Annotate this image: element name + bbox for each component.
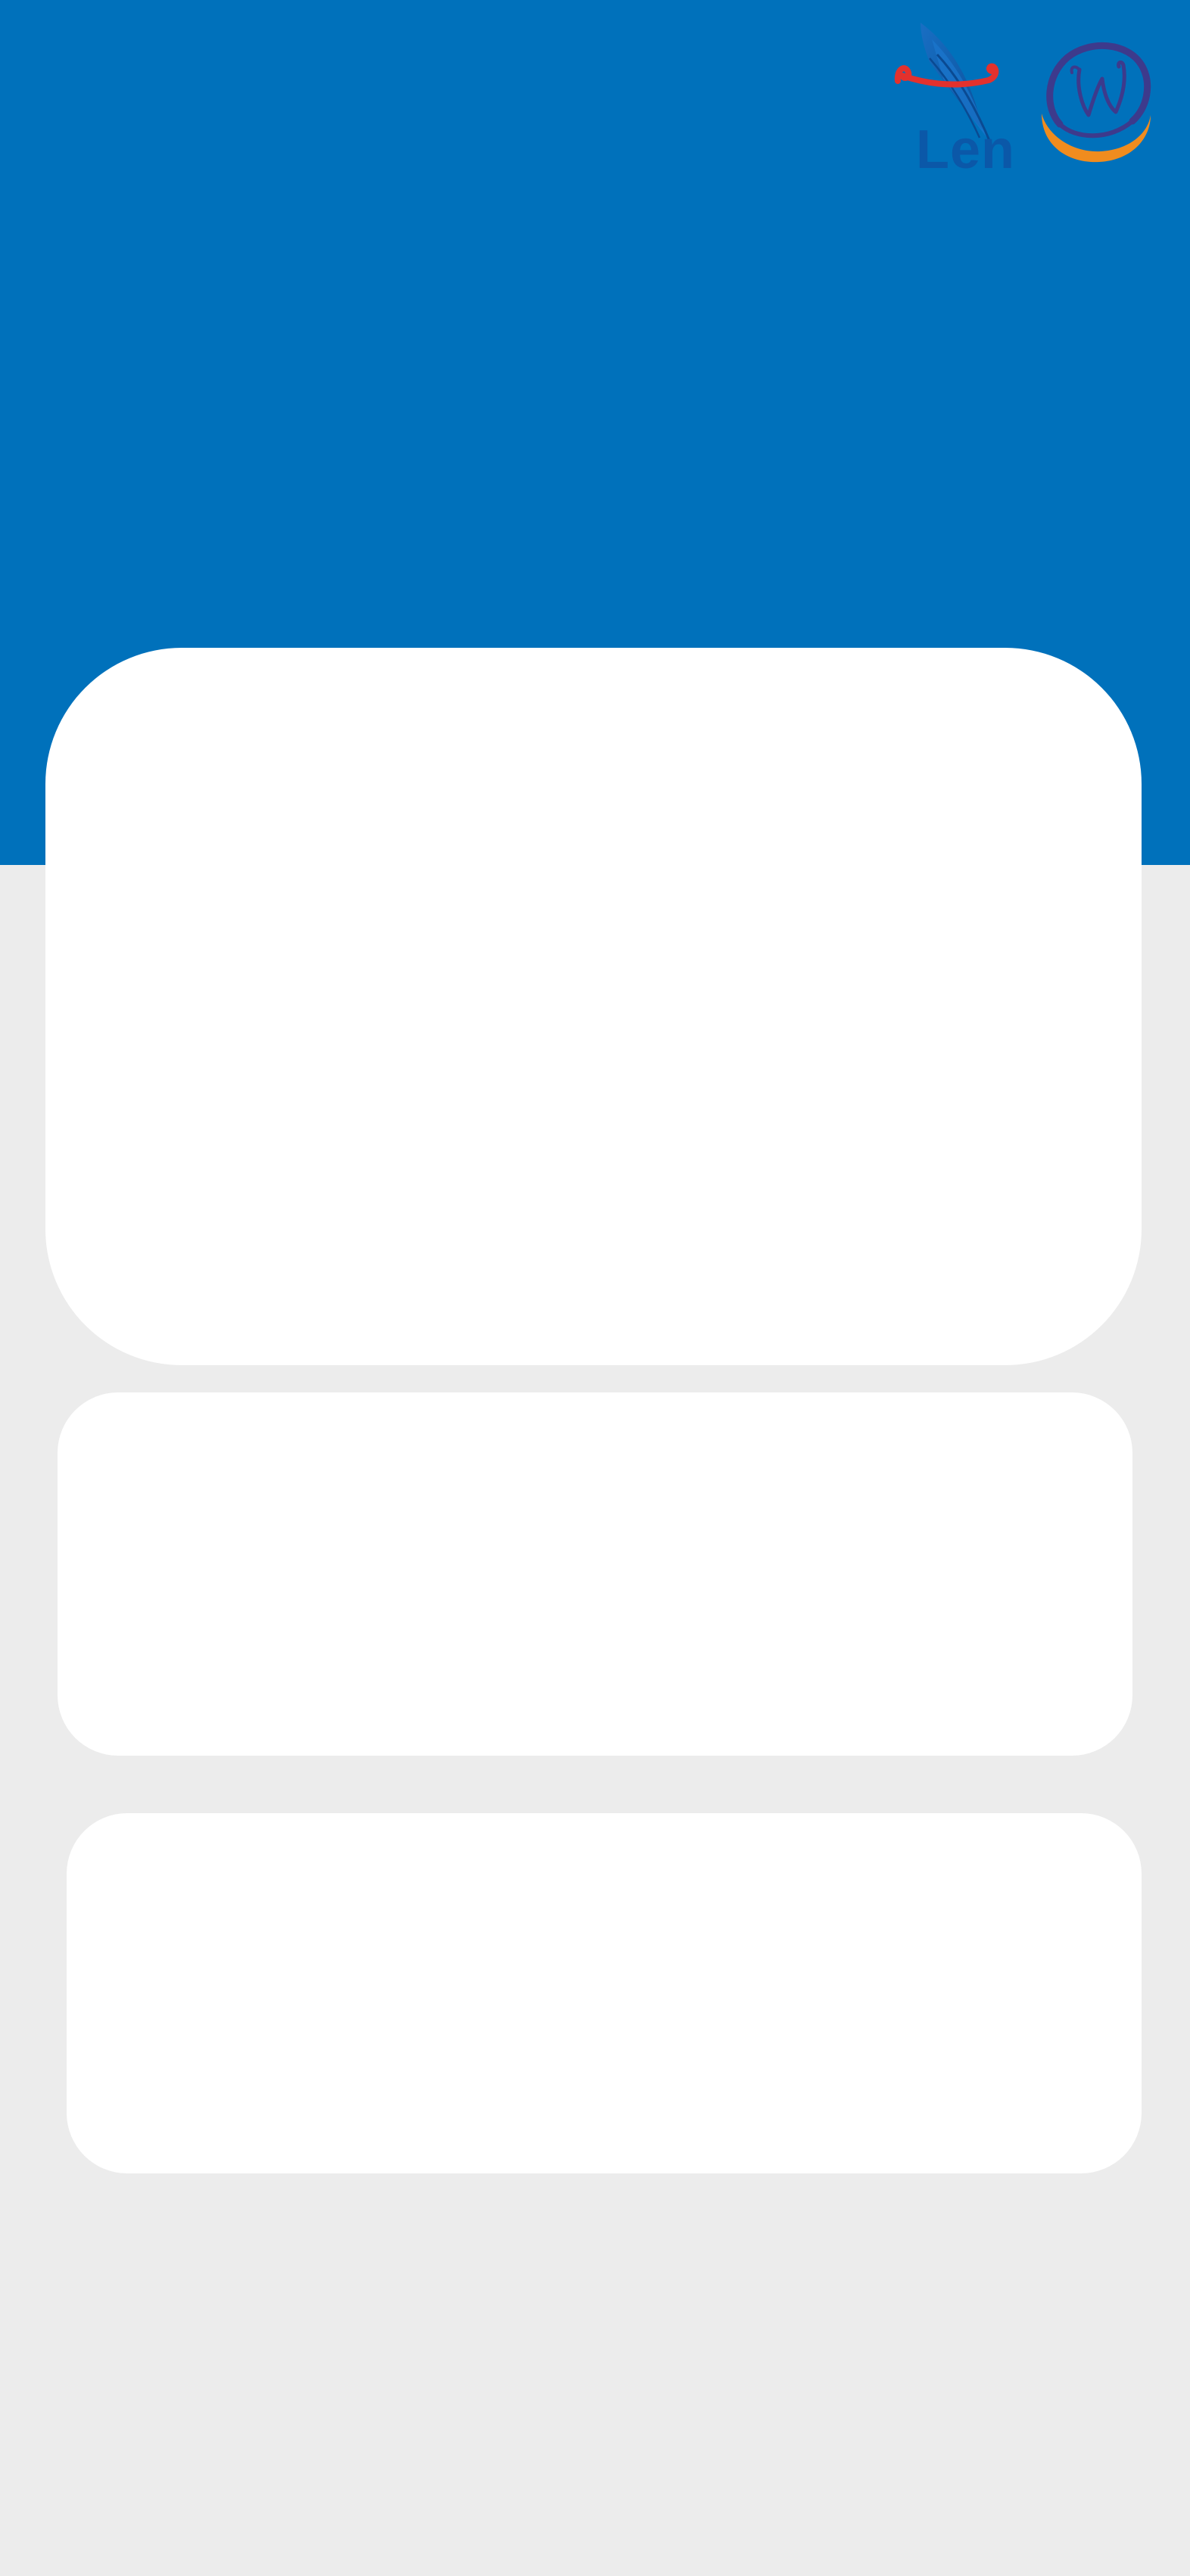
main-card: [45, 648, 1142, 1365]
w-monogram-logo: [1037, 39, 1155, 163]
tertiary-card: [67, 1813, 1142, 2173]
len-logo-text: Len: [916, 120, 1016, 180]
len-logo: Len: [890, 17, 1014, 182]
secondary-card: [58, 1392, 1132, 1756]
